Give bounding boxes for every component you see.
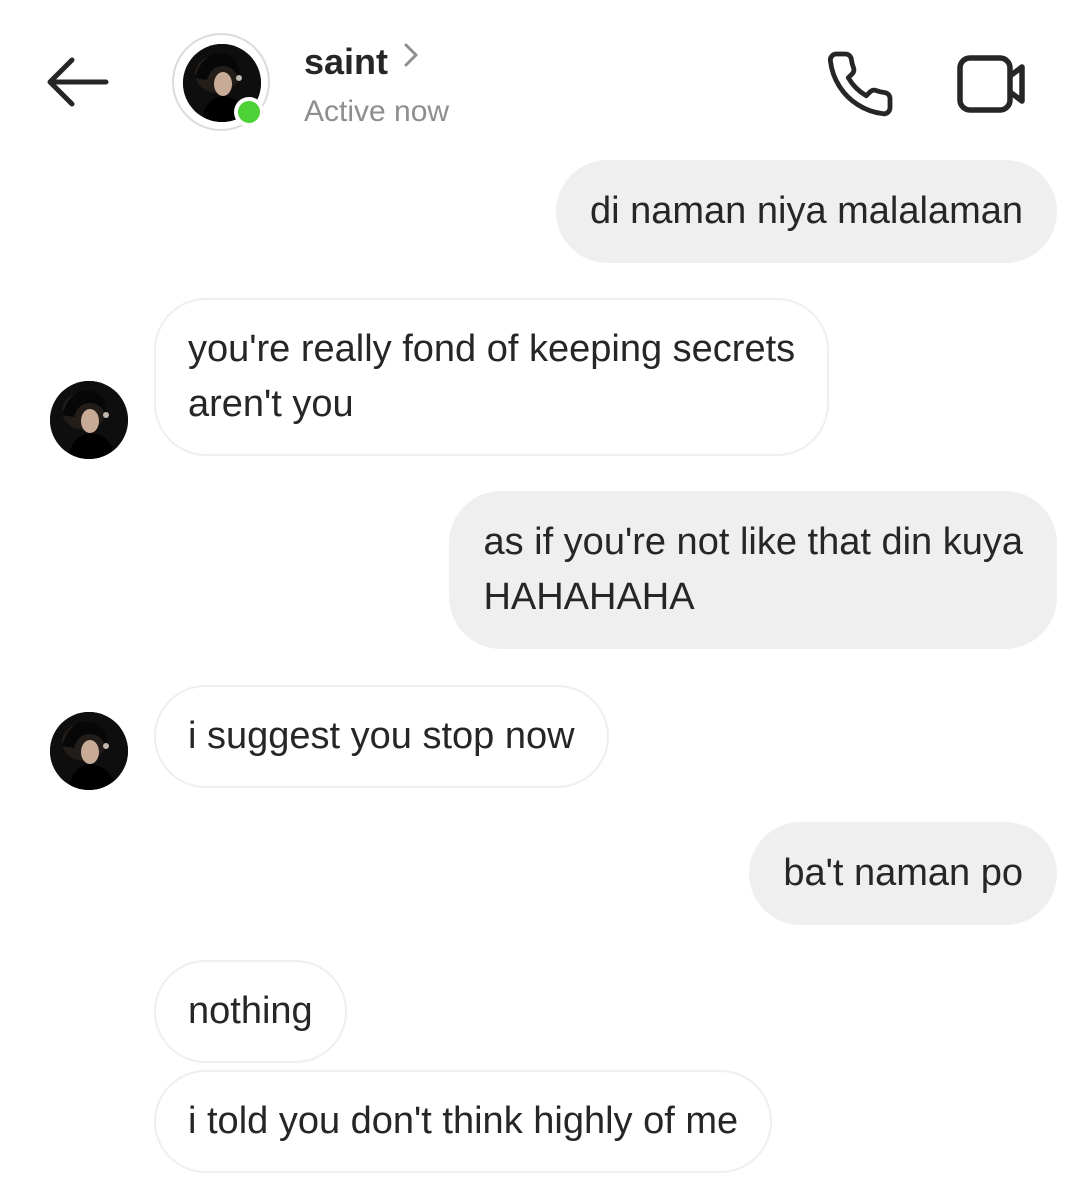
sender-avatar[interactable]: [50, 712, 128, 790]
video-call-button[interactable]: [952, 50, 1032, 118]
chat-header: saint Active now: [0, 0, 1080, 150]
sender-avatar[interactable]: [50, 381, 128, 459]
contact-info[interactable]: saint Active now: [304, 40, 449, 132]
chevron-right-icon: [404, 43, 418, 67]
phone-icon: [827, 51, 893, 117]
contact-name: saint: [304, 41, 389, 82]
avatar-image: [50, 712, 128, 790]
back-button[interactable]: [40, 50, 112, 114]
contact-status: Active now: [304, 95, 450, 128]
incoming-message[interactable]: i told you don't think highly of me: [154, 1070, 773, 1173]
outgoing-message[interactable]: di naman niya malalaman: [555, 160, 1057, 263]
contact-avatar[interactable]: [172, 33, 270, 131]
avatar-image: [50, 381, 128, 459]
incoming-message[interactable]: nothing: [154, 960, 347, 1063]
online-status-indicator: [234, 97, 264, 127]
outgoing-message[interactable]: as if you're not like that din kuya HAHA…: [449, 491, 1057, 649]
video-camera-icon: [957, 55, 1025, 113]
audio-call-button[interactable]: [824, 48, 896, 120]
arrow-left-icon: [47, 57, 109, 107]
incoming-message[interactable]: i suggest you stop now: [154, 685, 609, 788]
incoming-message[interactable]: you're really fond of keeping secrets ar…: [154, 298, 830, 456]
outgoing-message[interactable]: ba't naman po: [749, 822, 1057, 925]
